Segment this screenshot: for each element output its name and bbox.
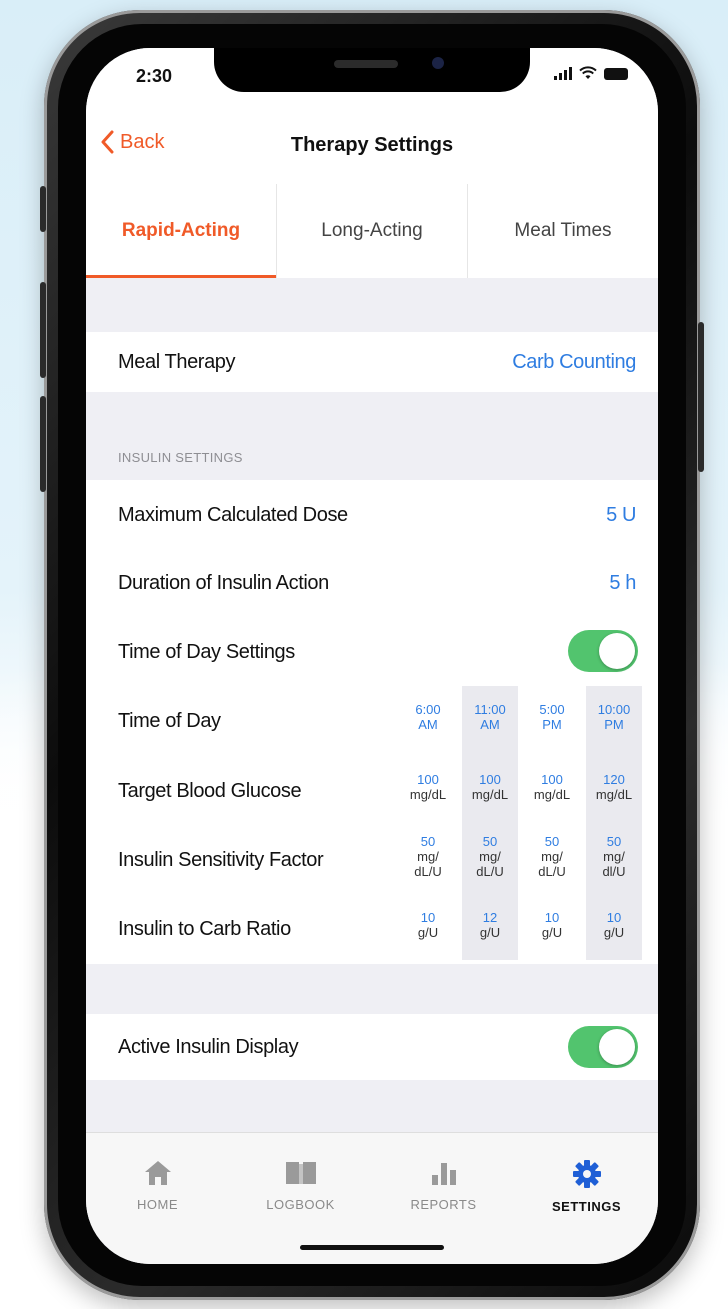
home-indicator <box>300 1245 444 1250</box>
time-slot[interactable]: 5:00 PM <box>524 702 580 732</box>
isf-cell[interactable]: 50 mg/dL/U <box>400 834 456 879</box>
time-of-day-label: Time of Day <box>118 710 221 732</box>
active-insulin-toggle[interactable] <box>568 1026 638 1068</box>
insulin-settings-group: Maximum Calculated Dose 5 U Duration of … <box>86 480 658 964</box>
meal-therapy-value: Carb Counting <box>512 351 636 373</box>
target-bg-cell[interactable]: 100 mg/dL <box>462 772 518 802</box>
icr-label: Insulin to Carb Ratio <box>118 918 291 940</box>
phone-screen: 2:30 Back Therapy Settings Rapid-Acting … <box>86 48 658 1264</box>
time-of-day-settings-toggle[interactable] <box>568 630 638 672</box>
tabbar-logbook-label: LOGBOOK <box>266 1197 335 1212</box>
target-bg-cell[interactable]: 120 mg/dL <box>586 772 642 802</box>
wifi-icon <box>579 66 597 79</box>
target-bg-cell[interactable]: 100 mg/dL <box>400 772 456 802</box>
tabbar-home-label: HOME <box>137 1197 178 1212</box>
target-bg-label: Target Blood Glucose <box>118 780 302 802</box>
icr-cell[interactable]: 10 g/U <box>586 910 642 940</box>
tabbar-settings-label: SETTINGS <box>551 1199 621 1214</box>
tabbar-reports-label: REPORTS <box>410 1197 477 1212</box>
power-button <box>698 322 704 472</box>
tab-rapid-acting[interactable]: Rapid-Acting <box>86 184 276 278</box>
active-insulin-label: Active Insulin Display <box>118 1036 299 1058</box>
time-of-day-settings-label: Time of Day Settings <box>118 641 295 663</box>
isf-cell[interactable]: 50 mg/dl/U <box>586 834 642 879</box>
bottom-tab-bar: HOME LOGBOOK REPORTS SETTINGS <box>86 1132 658 1264</box>
meal-therapy-row[interactable]: Meal Therapy Carb Counting <box>86 332 658 392</box>
page-title: Therapy Settings <box>290 134 454 156</box>
battery-icon <box>604 68 628 80</box>
status-time: 2:30 <box>136 66 173 86</box>
notch <box>214 48 530 92</box>
tab-meal-times[interactable]: Meal Times <box>467 184 658 278</box>
nav-bar: Back Therapy Settings <box>86 108 658 184</box>
icr-cell[interactable]: 10 g/U <box>400 910 456 940</box>
book-icon <box>285 1162 316 1184</box>
isf-cell[interactable]: 50 mg/dL/U <box>462 834 518 879</box>
meal-therapy-label: Meal Therapy <box>118 351 236 373</box>
time-slot[interactable]: 6:00 AM <box>400 702 456 732</box>
duration-value[interactable]: 5 h <box>609 572 636 595</box>
active-insulin-row: Active Insulin Display <box>86 1014 658 1080</box>
icr-cell[interactable]: 10 g/U <box>524 910 580 940</box>
duration-label: Duration of Insulin Action <box>118 572 329 594</box>
signal-icon <box>554 66 572 80</box>
isf-label: Insulin Sensitivity Factor <box>118 849 324 871</box>
mute-switch <box>40 186 46 232</box>
tab-bar-top: Rapid-Acting Long-Acting Meal Times <box>86 184 658 278</box>
isf-cell[interactable]: 50 mg/dL/U <box>524 834 580 879</box>
bar-chart-icon <box>431 1163 456 1185</box>
gear-icon <box>572 1160 601 1188</box>
target-bg-cell[interactable]: 100 mg/dL <box>524 772 580 802</box>
time-slot[interactable]: 11:00 AM <box>462 702 518 732</box>
max-dose-value[interactable]: 5 U <box>606 504 636 527</box>
max-dose-label: Maximum Calculated Dose <box>118 504 348 526</box>
section-header-insulin-settings: INSULIN SETTINGS <box>118 450 243 465</box>
tabbar-settings[interactable]: SETTINGS <box>515 1133 658 1264</box>
volume-down-button <box>40 396 46 492</box>
tab-long-acting[interactable]: Long-Acting <box>276 184 467 278</box>
icr-cell[interactable]: 12 g/U <box>462 910 518 940</box>
tabbar-home[interactable]: HOME <box>86 1133 229 1264</box>
time-slot[interactable]: 10:00 PM <box>586 702 642 732</box>
home-icon <box>144 1161 171 1185</box>
volume-up-button <box>40 282 46 378</box>
